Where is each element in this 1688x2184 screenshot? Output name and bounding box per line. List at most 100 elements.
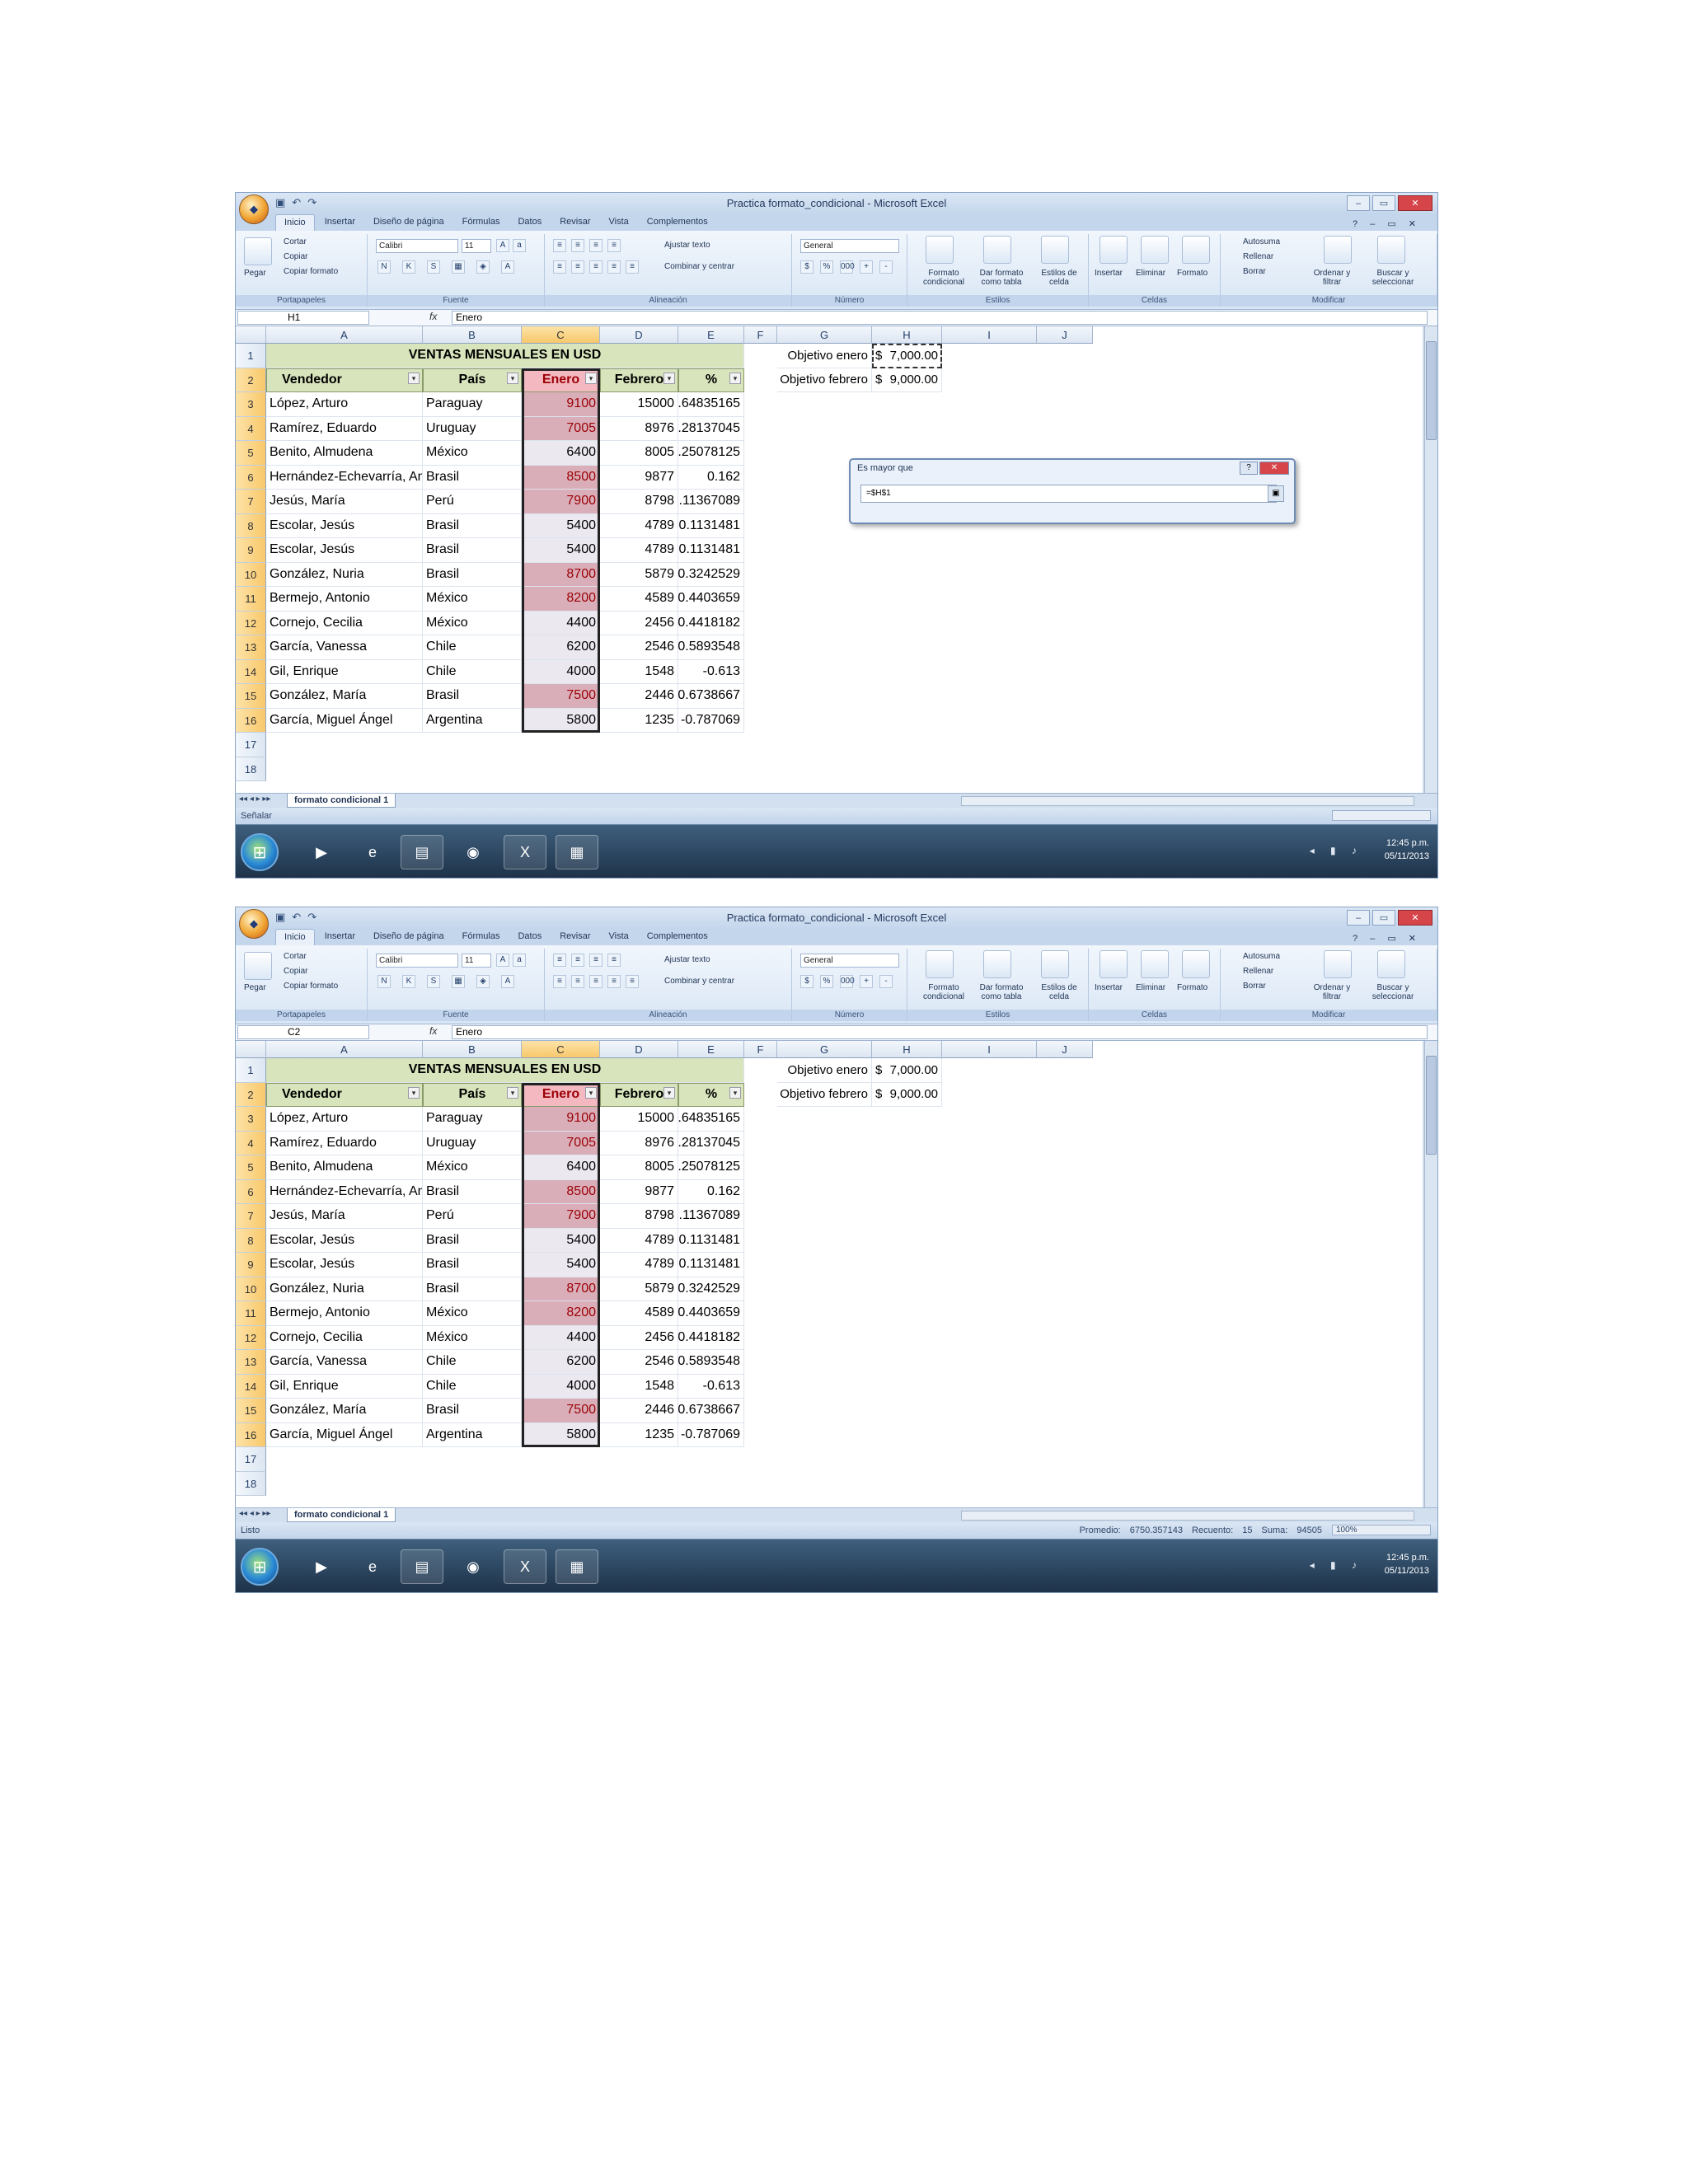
cell-D9[interactable]: 4789 (600, 538, 678, 563)
paste-button[interactable]: Pegar (244, 983, 266, 992)
objective-enero-value[interactable]: $7,000.00 (872, 1058, 942, 1083)
maximize-icon[interactable]: ▭ (1372, 195, 1395, 211)
tab-4[interactable]: Datos (509, 929, 550, 945)
cell-D15[interactable]: 2446 (600, 1399, 678, 1423)
scroll-thumb[interactable] (1426, 1056, 1437, 1155)
format-painter-button[interactable]: Copiar formato (284, 267, 338, 276)
cell-C5[interactable]: 6400 (522, 441, 600, 466)
bold-icon[interactable]: N (377, 975, 391, 988)
cell-C8[interactable]: 5400 (522, 513, 600, 538)
cell-A11[interactable]: Bermejo, Antonio (266, 1301, 423, 1326)
cell-E14[interactable]: -0.613 (678, 659, 744, 684)
row-header-15[interactable]: 15 (236, 1399, 266, 1423)
objective-febrero-label[interactable]: Objetivo febrero (777, 368, 872, 392)
format-cells-icon[interactable] (1182, 236, 1210, 264)
cell-D6[interactable]: 9877 (600, 1179, 678, 1204)
column-header-I[interactable]: I (942, 1041, 1037, 1058)
cell-B3[interactable]: Paraguay (423, 1107, 522, 1132)
tab-2[interactable]: Diseño de página (365, 929, 452, 945)
fill-color-icon[interactable]: ◈ (476, 975, 490, 988)
cell-E5[interactable]: 0.25078125 (678, 1155, 744, 1180)
wrap-text-button[interactable]: Ajustar texto (664, 241, 710, 250)
column-header-A[interactable]: A (266, 326, 423, 344)
cell-B4[interactable]: Uruguay (423, 1131, 522, 1155)
cell-C9[interactable]: 5400 (522, 1253, 600, 1277)
cell-D14[interactable]: 1548 (600, 659, 678, 684)
cell-D11[interactable]: 4589 (600, 587, 678, 612)
filter-dropdown-icon[interactable]: ▾ (729, 372, 741, 384)
orientation-icon[interactable]: ≡ (607, 239, 621, 252)
office-button[interactable]: ◆ (239, 909, 269, 939)
file-explorer-icon[interactable]: ▤ (401, 1549, 443, 1584)
font-color-icon[interactable]: A (501, 260, 514, 274)
minimize-icon[interactable]: – (1347, 910, 1370, 926)
align-center-icon[interactable]: ≡ (571, 260, 584, 274)
zoom-slider[interactable]: 100% (1332, 1525, 1431, 1535)
align-middle-icon[interactable]: ≡ (571, 954, 584, 967)
column-header-G[interactable]: G (777, 1041, 872, 1058)
cell-A6[interactable]: Hernández-Echevarría, Amaya (266, 465, 423, 490)
shrink-font-icon[interactable]: a (513, 239, 526, 252)
tab-0[interactable]: Inicio (275, 214, 315, 231)
cell-E7[interactable]: 0.11367089 (678, 1204, 744, 1229)
shrink-font-icon[interactable]: a (513, 954, 526, 967)
cell-C7[interactable]: 7900 (522, 1204, 600, 1229)
filter-dropdown-icon[interactable]: ▾ (729, 1086, 741, 1099)
cell-E12[interactable]: -0.4418182 (678, 611, 744, 635)
cell-B10[interactable]: Brasil (423, 562, 522, 587)
dialog-reference-input[interactable]: =$H$1 (860, 485, 1277, 503)
italic-icon[interactable]: K (402, 975, 415, 988)
vertical-scrollbar[interactable] (1424, 1041, 1437, 1507)
cell-A5[interactable]: Benito, Almudena (266, 1155, 423, 1180)
cell-A7[interactable]: Jesús, María (266, 490, 423, 514)
column-title-C[interactable]: Enero ▾ (522, 1082, 600, 1107)
excel-icon[interactable]: X (504, 835, 546, 869)
chrome-icon[interactable]: ◉ (452, 1549, 495, 1584)
row-header-7[interactable]: 7 (236, 1204, 266, 1229)
cell-D5[interactable]: 8005 (600, 441, 678, 466)
cell-A9[interactable]: Escolar, Jesús (266, 1253, 423, 1277)
cell-D14[interactable]: 1548 (600, 1374, 678, 1399)
cell-styles-icon[interactable] (1041, 950, 1069, 978)
media-player-icon[interactable]: ▶ (300, 835, 343, 869)
row-header-9[interactable]: 9 (236, 1253, 266, 1277)
cell-B7[interactable]: Perú (423, 1204, 522, 1229)
column-header-B[interactable]: B (423, 326, 522, 344)
font-name-select[interactable]: Calibri (376, 954, 458, 968)
insert-cells-button[interactable]: Insertar (1095, 983, 1123, 992)
cell-C12[interactable]: 4400 (522, 1325, 600, 1350)
cell-D10[interactable]: 5879 (600, 1277, 678, 1301)
sort-filter-button[interactable]: Ordenar y filtrar (1307, 269, 1357, 287)
percent-icon[interactable]: % (820, 975, 833, 988)
help-icon[interactable]: ? – ▭ ✕ (1344, 930, 1429, 946)
row-header-17[interactable]: 17 (236, 733, 266, 757)
cell-B15[interactable]: Brasil (423, 1399, 522, 1423)
cell-E7[interactable]: 0.11367089 (678, 490, 744, 514)
align-right-icon[interactable]: ≡ (589, 975, 603, 988)
cell-E3[interactable]: 0.64835165 (678, 392, 744, 417)
insert-function-icon[interactable]: fx (429, 311, 437, 322)
cell-B5[interactable]: México (423, 1155, 522, 1180)
cell-A7[interactable]: Jesús, María (266, 1204, 423, 1229)
cell-D6[interactable]: 9877 (600, 465, 678, 490)
office-button[interactable]: ◆ (239, 194, 269, 224)
autosum-button[interactable]: Autosuma (1243, 237, 1280, 246)
filter-dropdown-icon[interactable]: ▾ (507, 1086, 518, 1099)
row-header-16[interactable]: 16 (236, 708, 266, 733)
thousands-icon[interactable]: 000 (840, 975, 855, 988)
cell-D13[interactable]: 2546 (600, 1350, 678, 1375)
cell-B8[interactable]: Brasil (423, 513, 522, 538)
column-header-F[interactable]: F (744, 326, 777, 344)
cell-D7[interactable]: 8798 (600, 1204, 678, 1229)
row-header-10[interactable]: 10 (236, 562, 266, 587)
cell-B6[interactable]: Brasil (423, 1179, 522, 1204)
currency-icon[interactable]: $ (800, 260, 814, 274)
cell-A13[interactable]: García, Vanessa (266, 1350, 423, 1375)
increase-decimal-icon[interactable]: + (860, 260, 873, 274)
thousands-icon[interactable]: 000 (840, 260, 855, 274)
fill-button[interactable]: Rellenar (1243, 252, 1273, 261)
range-picker-icon[interactable]: ▣ (1268, 485, 1284, 502)
row-header-17[interactable]: 17 (236, 1447, 266, 1472)
cell-E5[interactable]: 0.25078125 (678, 441, 744, 466)
align-left-icon[interactable]: ≡ (553, 260, 566, 274)
